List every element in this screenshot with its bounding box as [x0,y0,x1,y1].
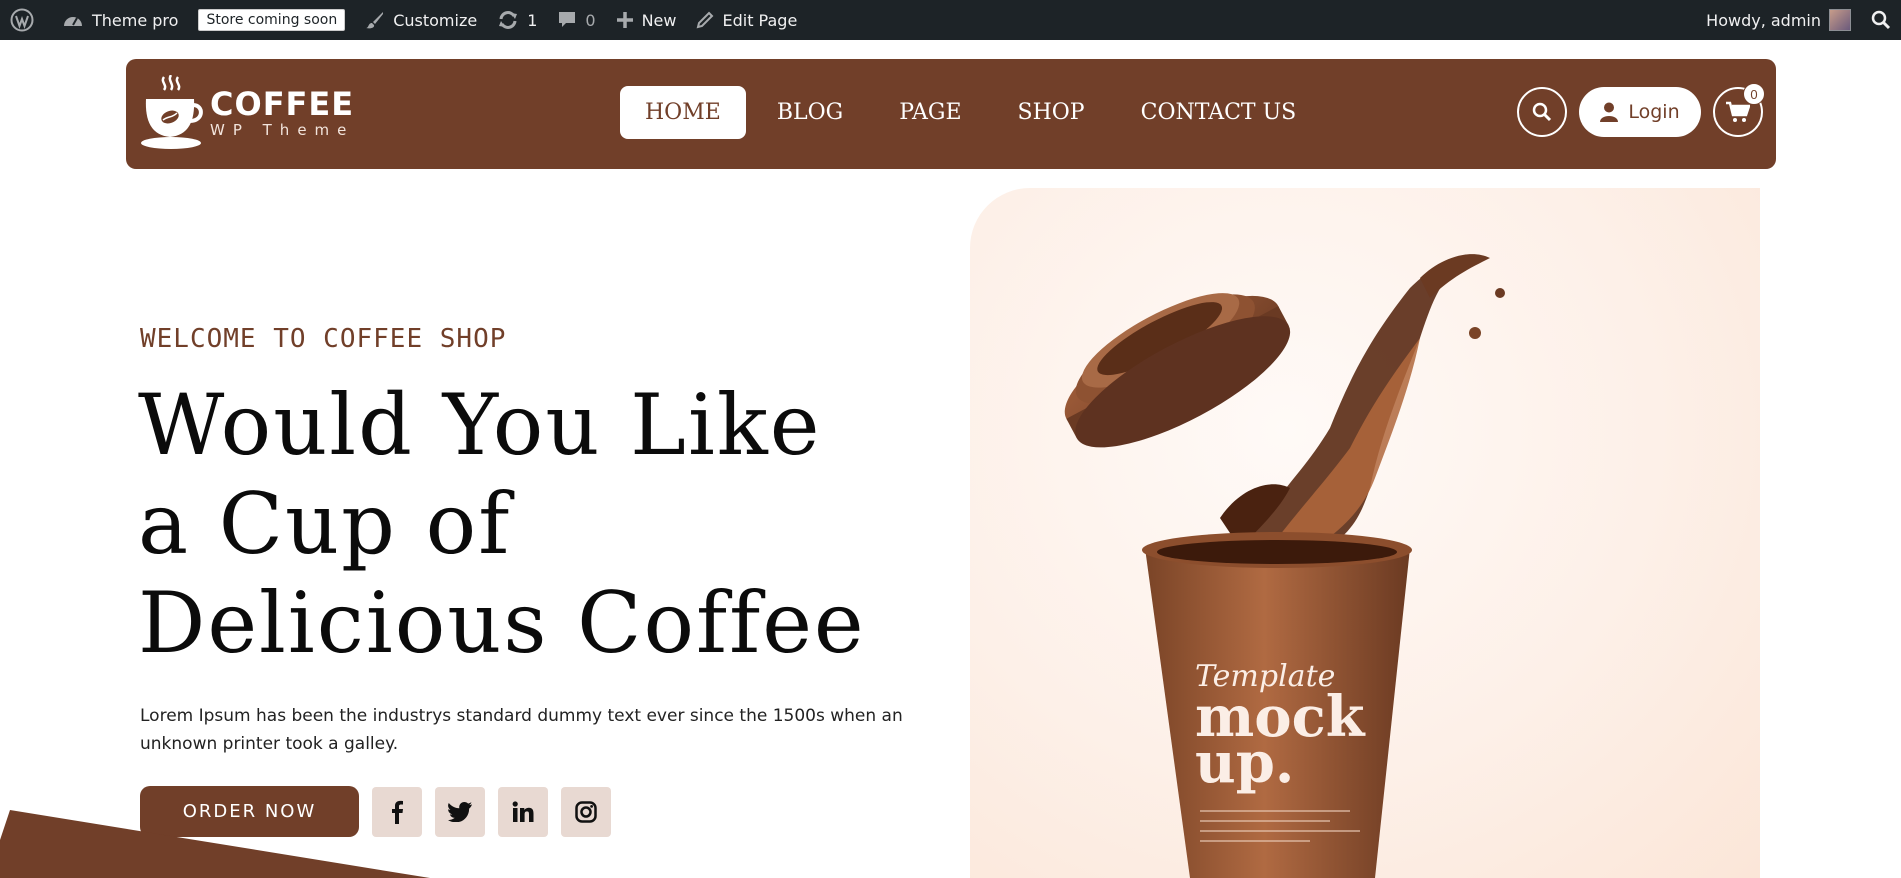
comments-link[interactable]: 0 [547,0,605,40]
cart-count-badge: 0 [1743,83,1765,105]
site-name-menu[interactable]: Theme pro [52,0,188,40]
hero-image: Template mock up. [970,188,1760,878]
new-label: New [641,10,677,30]
hero-eyebrow: WELCOME TO COFFEE SHOP [140,324,507,354]
updates-count: 1 [527,10,538,30]
instagram-icon [575,801,597,823]
search-icon [1532,102,1552,122]
cart-button[interactable]: 0 [1713,83,1765,137]
store-coming-soon-badge: Store coming soon [198,9,346,31]
admin-search[interactable] [1861,0,1901,40]
wordpress-menu[interactable] [0,0,52,40]
logo-title: COFFEE [210,85,355,123]
search-icon [1871,10,1891,30]
site-name: Theme pro [92,10,179,30]
nav-item-blog[interactable]: BLOG [752,86,868,139]
cart-icon [1726,101,1750,122]
nav-item-contact-us[interactable]: CONTACT US [1116,86,1322,139]
admin-bar: Theme pro Store coming soon Customize 1 … [0,0,1901,40]
site-logo[interactable]: COFFEE WP Theme [138,75,354,151]
login-button[interactable]: Login [1579,87,1701,137]
customize-link[interactable]: Customize [355,0,487,40]
dashboard-icon [62,10,84,30]
howdy-label: Howdy, admin [1706,10,1821,30]
store-status[interactable]: Store coming soon [188,0,355,40]
logo-subtitle: WP Theme [210,121,355,139]
nav-item-shop[interactable]: SHOP [993,86,1110,139]
site-header: COFFEE WP Theme HOME BLOG PAGE SHOP CONT… [126,59,1776,169]
brush-icon [365,10,385,30]
pencil-icon [696,11,714,29]
hero-title: Would You Like a Cup of Delicious Coffee [138,376,866,672]
avatar [1829,9,1851,31]
coffee-cup-logo-icon [141,75,203,149]
hero-description: Lorem Ipsum has been the industrys stand… [140,706,903,754]
instagram-link[interactable] [561,787,611,837]
cup-word-2: up. [1195,730,1294,796]
refresh-icon [497,10,519,30]
search-button[interactable] [1517,87,1567,137]
coffee-cup-illustration: Template mock up. [1064,254,1505,878]
wordpress-logo-icon [10,8,34,32]
user-icon [1600,102,1619,122]
comments-count: 0 [585,10,596,30]
comment-icon [557,10,577,30]
decorative-swoosh [0,810,430,878]
updates-link[interactable]: 1 [487,0,547,40]
edit-page-label: Edit Page [722,10,798,30]
my-account-menu[interactable]: Howdy, admin [1696,0,1861,40]
main-nav: HOME BLOG PAGE SHOP CONTACT US [620,86,1327,139]
plus-icon [616,11,634,29]
new-content-link[interactable]: New [606,0,687,40]
login-label: Login [1628,101,1680,123]
customize-label: Customize [393,10,478,30]
edit-page-link[interactable]: Edit Page [686,0,807,40]
nav-item-home[interactable]: HOME [620,86,746,139]
nav-item-page[interactable]: PAGE [874,86,986,139]
